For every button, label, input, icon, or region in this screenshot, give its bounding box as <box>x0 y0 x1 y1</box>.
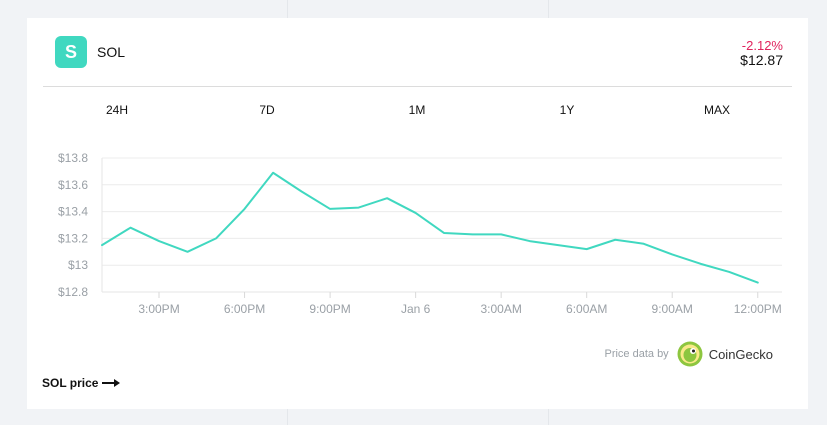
sol-price-link[interactable]: SOL price <box>42 376 121 390</box>
coingecko-logo-icon <box>677 341 703 367</box>
x-tick-label: 12:00PM <box>734 302 782 316</box>
price-card: S SOL -2.12% $12.87 24H 7D 1M 1Y MAX $13… <box>27 18 808 409</box>
price-chart: $13.8 $13.6 $13.4 $13.2 $13 $12.8 3:00PM 6:00PM… <box>58 151 782 316</box>
x-tick-label: 9:00PM <box>309 302 350 316</box>
provider-name: CoinGecko <box>708 346 773 362</box>
x-tick-label: Jan 6 <box>401 302 431 316</box>
x-tick-label: 6:00PM <box>224 302 265 316</box>
y-tick-label: $13.8 <box>58 151 88 165</box>
y-tick-label: $13 <box>68 258 88 272</box>
sol-price-link-label: SOL price <box>42 376 99 390</box>
arrow-right-icon <box>102 379 121 387</box>
y-tick-label: $13.2 <box>58 231 88 245</box>
x-tick-label: 3:00PM <box>138 302 179 316</box>
x-tick-label: 3:00AM <box>480 302 521 316</box>
price-line <box>101 171 759 284</box>
x-tick-label: 6:00AM <box>566 302 607 316</box>
y-tick-label: $12.8 <box>58 285 88 299</box>
attribution-label: Price data by <box>604 348 669 360</box>
x-tick-label: 9:00AM <box>652 302 693 316</box>
price-attribution: Price data by CoinGecko <box>604 340 773 368</box>
y-tick-label: $13.6 <box>58 178 88 192</box>
y-tick-label: $13.4 <box>58 205 88 219</box>
